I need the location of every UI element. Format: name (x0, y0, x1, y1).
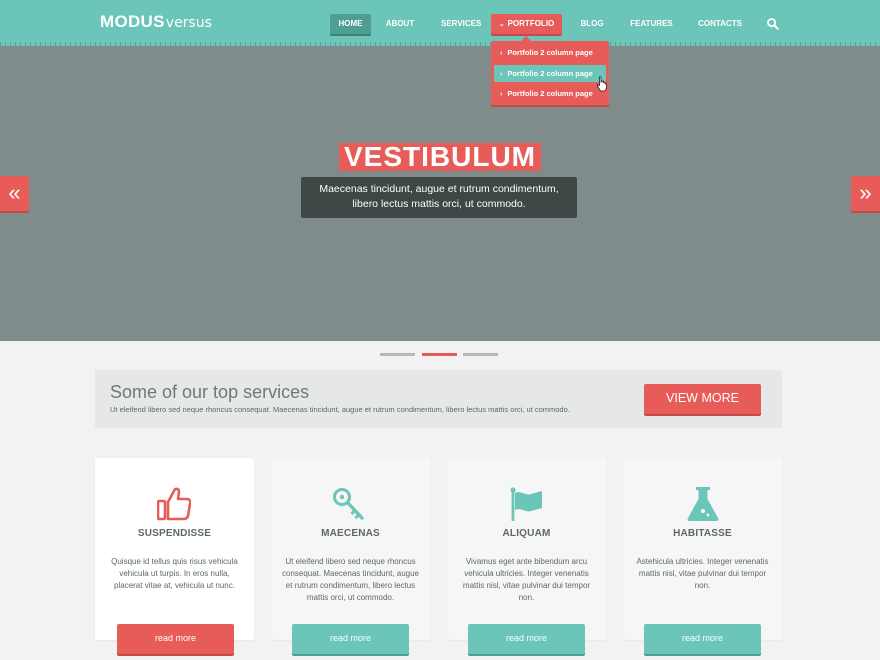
nav-blog[interactable]: BLOG (578, 14, 606, 34)
slider-dot-3[interactable] (463, 353, 498, 356)
nav-home[interactable]: HOME (330, 14, 371, 34)
dropdown-item-1[interactable]: › Portfolio 2 column page (494, 44, 606, 61)
flask-icon (687, 487, 719, 521)
double-chevron-left-icon: « (8, 180, 21, 205)
card-2-read-more-button[interactable]: read more (292, 624, 409, 654)
chevron-right-icon: › (500, 91, 503, 98)
card-1-read-more-button[interactable]: read more (117, 624, 234, 654)
chevron-down-icon: ⌄ (498, 21, 505, 28)
card-1-text: Quisque id tellus quis risus vehicula ve… (111, 557, 238, 590)
nav-portfolio[interactable]: ⌄ PORTFOLIO (491, 14, 562, 34)
hero-caption-line-1: Maecenas tincidunt, augue et rutrum cond… (319, 183, 559, 195)
view-more-button[interactable]: VIEW MORE (644, 384, 761, 414)
hand-cursor-icon (597, 76, 607, 92)
chevron-right-icon: › (500, 50, 503, 57)
nav-portfolio-label: PORTFOLIO (507, 19, 555, 28)
card-2-title: MAECENAS (321, 528, 380, 539)
search-icon[interactable] (766, 17, 780, 31)
dropdown-item-label: Portfolio 2 column page (507, 48, 593, 57)
dropdown-item-label: Portfolio 2 column page (507, 69, 593, 78)
hero-caption-line-2: libero lectus mattis orci, ut commodo. (352, 198, 526, 210)
chevron-right-icon: › (500, 71, 503, 78)
services-subtitle: Ut eleifend libero sed neque rhoncus con… (110, 405, 570, 414)
dropdown-item-label: Portfolio 2 column page (507, 89, 593, 98)
logo[interactable]: MODUSversus (100, 12, 212, 32)
flag-icon (510, 487, 542, 521)
slider-prev-button[interactable]: « (0, 176, 29, 211)
dropdown-item-2[interactable]: › Portfolio 2 column page (494, 65, 606, 82)
card-4-read-more-button[interactable]: read more (644, 624, 761, 654)
logo-main-text: MODUS (100, 12, 165, 31)
service-card-2 (271, 458, 430, 640)
hero-title: VESTIBULUM (339, 143, 541, 171)
logo-sub-text: versus (165, 15, 212, 31)
card-3-text: Vivamus eget ante bibendum arcu vehicula… (462, 557, 591, 602)
slider-dot-1[interactable] (380, 353, 415, 356)
key-icon (333, 488, 364, 520)
card-4-text: Astehicula ultricies. Integer venenatis … (636, 557, 769, 590)
hero-caption: Maecenas tincidunt, augue et rutrum cond… (301, 177, 577, 218)
slider-next-button[interactable]: » (851, 176, 880, 211)
services-title: Some of our top services (110, 382, 310, 402)
double-chevron-right-icon: » (859, 180, 872, 205)
nav-contacts[interactable]: CONTACTS (697, 14, 743, 34)
nav-features[interactable]: FEATURES (629, 14, 674, 34)
card-3-title: ALIQUAM (502, 528, 551, 539)
card-3-read-more-button[interactable]: read more (468, 624, 585, 654)
card-2-text: Ut eleifend libero sed neque rhoncus con… (282, 557, 419, 602)
card-4-title: HABITASSE (673, 528, 732, 539)
card-1-title: SUSPENDISSE (137, 528, 212, 539)
thumbs-up-icon (157, 487, 191, 521)
nav-about[interactable]: ABOUT (381, 14, 419, 34)
slider-dot-2[interactable] (422, 353, 457, 356)
nav-services[interactable]: SERVICES (441, 14, 481, 34)
dropdown-item-3[interactable]: › Portfolio 2 column page (494, 85, 606, 102)
